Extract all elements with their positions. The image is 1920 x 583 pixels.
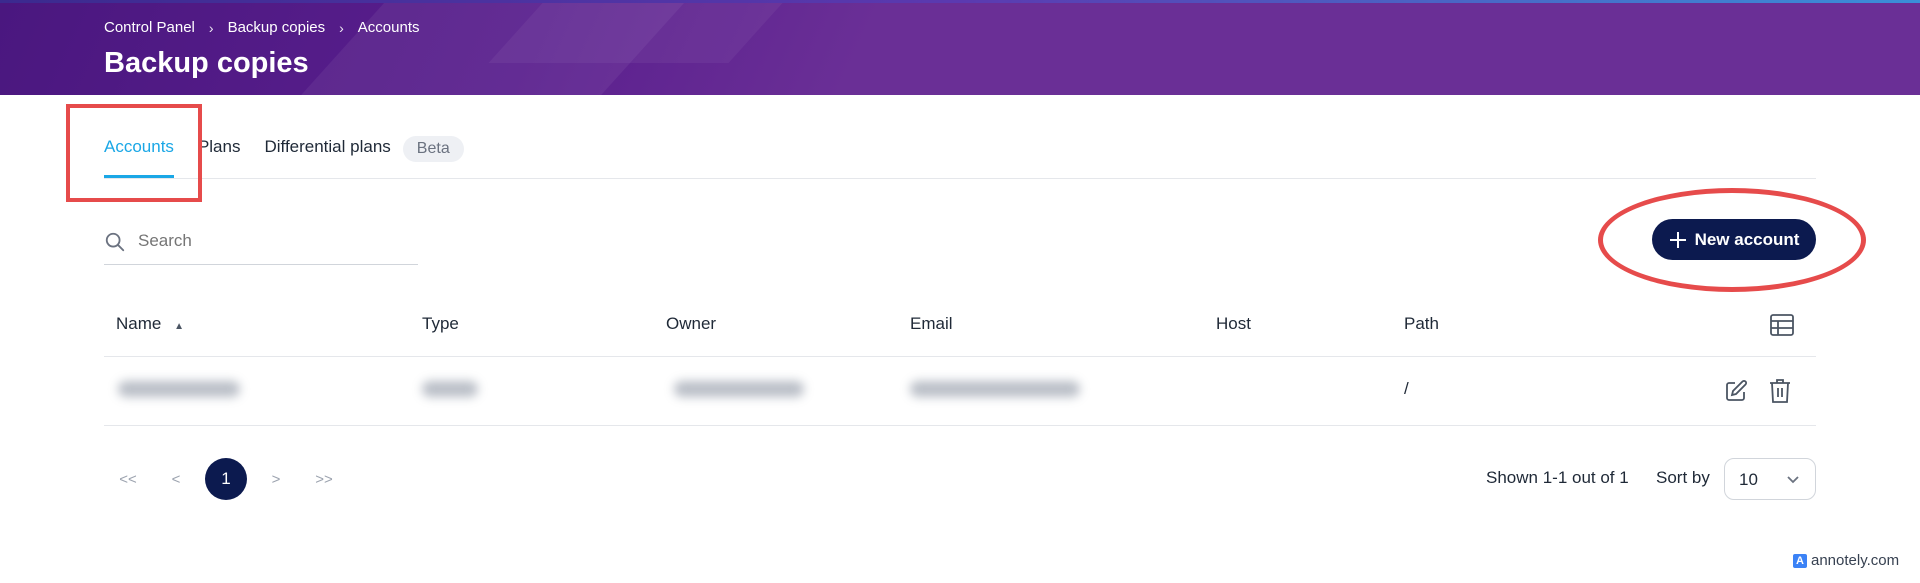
beta-badge: Beta <box>402 136 464 162</box>
table-header: Name ▲ Type Owner Email Host Path <box>104 300 1816 357</box>
table-row[interactable]: / <box>104 357 1816 426</box>
pagination: << < 1 > >> <box>104 458 348 500</box>
annotation-highlight-ellipse <box>1598 188 1866 292</box>
page-title: Backup copies <box>104 47 309 79</box>
column-name[interactable]: Name ▲ <box>116 314 184 334</box>
search-icon <box>105 232 125 252</box>
table-settings-icon[interactable] <box>1770 314 1794 336</box>
chevron-down-icon <box>1787 476 1799 484</box>
breadcrumb: Control Panel › Backup copies › Accounts <box>104 19 420 36</box>
search-input[interactable] <box>136 230 400 252</box>
column-host[interactable]: Host <box>1216 314 1251 334</box>
next-page-button[interactable]: > <box>252 471 300 488</box>
column-name-label: Name <box>116 314 162 333</box>
first-page-button[interactable]: << <box>104 471 152 488</box>
annotely-logo-icon: A <box>1793 553 1807 568</box>
tab-differential-plans[interactable]: Differential plans <box>264 130 390 178</box>
search-field <box>104 222 418 265</box>
last-page-button[interactable]: >> <box>300 471 348 488</box>
prev-page-button[interactable]: < <box>152 471 200 488</box>
column-path[interactable]: Path <box>1404 314 1439 334</box>
annotation-highlight-box <box>66 104 202 202</box>
tab-plans[interactable]: Plans <box>198 130 241 178</box>
redacted-name <box>118 381 240 397</box>
column-type[interactable]: Type <box>422 314 459 334</box>
breadcrumb-accounts: Accounts <box>357 19 420 36</box>
page-1-button[interactable]: 1 <box>205 458 247 500</box>
watermark-text: annotely.com <box>1811 552 1900 569</box>
trash-icon[interactable] <box>1768 378 1792 404</box>
sort-by-label: Sort by <box>1656 468 1710 487</box>
cell-path: / <box>1404 379 1409 398</box>
column-email[interactable]: Email <box>910 314 953 334</box>
redacted-type <box>422 381 478 397</box>
page-size-value: 10 <box>1739 470 1758 489</box>
chevron-right-icon: › <box>339 19 344 36</box>
column-owner[interactable]: Owner <box>666 314 716 334</box>
breadcrumb-backup-copies[interactable]: Backup copies <box>228 19 326 36</box>
page-size-select[interactable]: 10 <box>1724 458 1816 500</box>
results-count: Shown 1-1 out of 1 <box>1486 468 1629 487</box>
breadcrumb-control-panel[interactable]: Control Panel <box>104 19 195 36</box>
edit-icon[interactable] <box>1724 379 1748 403</box>
page-header: Control Panel › Backup copies › Accounts… <box>0 3 1920 95</box>
tabs-divider <box>104 178 1816 179</box>
sort-ascending-icon: ▲ <box>174 321 184 332</box>
header-decoration <box>488 3 792 63</box>
redacted-owner <box>674 381 804 397</box>
chevron-right-icon: › <box>208 19 214 36</box>
watermark: A annotely.com <box>1793 552 1899 569</box>
redacted-email <box>910 381 1080 397</box>
